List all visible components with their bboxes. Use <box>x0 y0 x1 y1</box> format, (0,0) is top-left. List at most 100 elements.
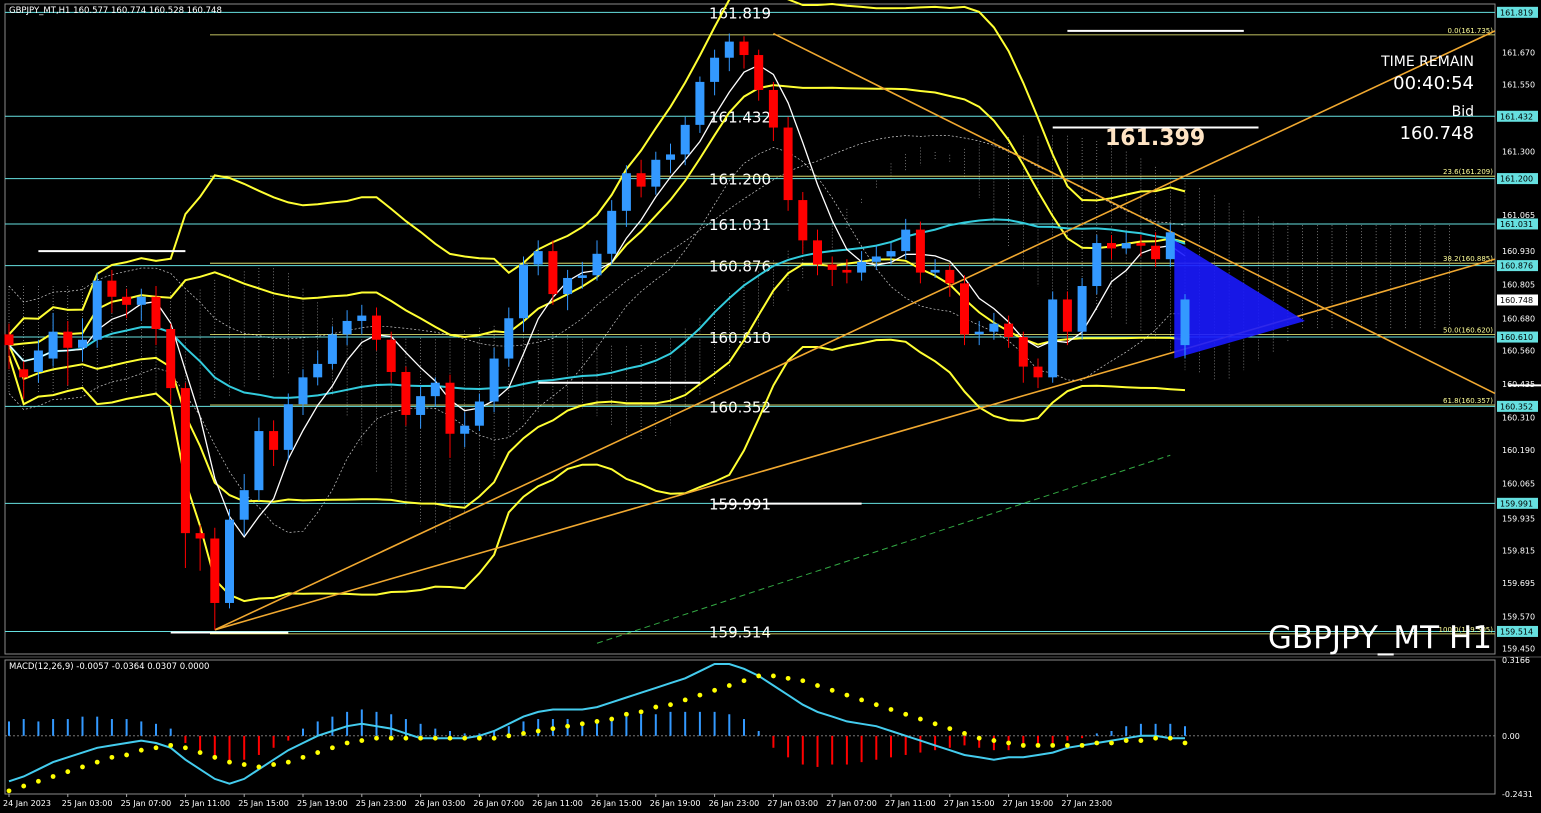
candle-bull <box>989 323 999 332</box>
macd-signal-dot <box>903 711 909 717</box>
macd-signal-dot <box>300 754 306 760</box>
time-remain-label: TIME REMAIN <box>1380 54 1474 70</box>
candle-bear <box>1018 337 1028 367</box>
macd-signal-dot <box>594 719 600 724</box>
candle-bull <box>886 251 896 257</box>
candle-bear <box>827 264 837 270</box>
macd-signal-dot <box>168 742 174 748</box>
trading-chart[interactable]: 161.819 161.432 161.200 161.031 160.876 160.6… <box>0 0 1541 813</box>
macd-signal-dot <box>712 687 717 693</box>
time-tick-label: 25 Jan 07:00 <box>121 799 172 808</box>
candle-bear <box>445 382 455 434</box>
candle-bear <box>372 315 381 340</box>
price-tag-text: 159.991 <box>1500 499 1533 508</box>
time-tick-label: 27 Jan 23:00 <box>1061 799 1112 808</box>
macd-signal-dot <box>624 711 629 717</box>
price-tick-label: 159.450 <box>1502 645 1535 654</box>
macd-signal-dot <box>418 735 423 741</box>
candle-bull <box>416 396 426 415</box>
macd-tick-label: 0.3166 <box>1502 656 1530 665</box>
macd-signal-dot <box>859 697 864 703</box>
time-tick-label: 24 Jan 2023 <box>3 799 51 808</box>
candle-bull <box>327 334 337 364</box>
candle-bull <box>33 350 43 372</box>
time-tick-label: 27 Jan 11:00 <box>885 799 936 808</box>
macd-signal-dot <box>1020 742 1026 748</box>
macd-signal-dot <box>506 733 512 739</box>
candle-bull <box>724 41 734 58</box>
price-tag-text: 160.352 <box>1500 402 1533 411</box>
macd-signal-dot <box>947 726 953 732</box>
candle-bear <box>1151 245 1161 260</box>
macd-signal-dot <box>844 692 850 698</box>
macd-signal-dot <box>1167 735 1173 741</box>
candle-bear <box>107 280 117 297</box>
time-tick-label: 25 Jan 19:00 <box>297 799 348 808</box>
candle-bull <box>680 124 690 155</box>
macd-signal-dot <box>330 745 335 751</box>
price-tick-label: 160.930 <box>1502 247 1535 256</box>
candle-bear <box>1062 299 1072 332</box>
candle-bull <box>92 280 102 340</box>
price-tick-label: 160.680 <box>1502 314 1535 323</box>
macd-signal-dot <box>477 735 482 741</box>
candle-bear <box>4 334 14 346</box>
macd-signal-dot <box>1050 742 1056 748</box>
chart-header: GBPJPY_MT,H1 160.577 160.774 160.528 160… <box>9 6 222 16</box>
candle-bear <box>739 41 749 56</box>
macd-signal-dot <box>991 738 997 743</box>
candle-bear <box>915 229 925 273</box>
macd-signal-dot <box>403 735 409 741</box>
candle-bear <box>401 371 411 415</box>
candle-bull <box>1121 243 1131 249</box>
macd-signal-dot <box>256 764 262 770</box>
candle-bull <box>901 229 911 252</box>
level-label: 159.514 <box>709 623 771 641</box>
candle-bear <box>548 251 558 295</box>
candle-bull <box>695 81 705 125</box>
macd-tick-label: -0.2431 <box>1502 790 1533 799</box>
candle-bull <box>504 318 514 359</box>
price-tick-label: 159.935 <box>1502 514 1535 523</box>
macd-signal-dot <box>741 678 747 684</box>
macd-signal-dot <box>682 697 688 703</box>
candle-bear <box>636 173 646 187</box>
price-tick-label: 160.435 <box>1502 380 1535 389</box>
candle-bull <box>357 315 367 321</box>
candle-bear <box>151 296 161 329</box>
candle-bull <box>857 261 867 273</box>
macd-signal-dot <box>65 769 71 775</box>
macd-signal-dot <box>1138 738 1144 743</box>
macd-signal-dot <box>50 774 56 779</box>
macd-signal-dot <box>1109 740 1114 746</box>
candle-bear <box>63 331 73 348</box>
macd-signal-dot <box>153 745 159 751</box>
macd-signal-dot <box>241 762 247 767</box>
candle-bull <box>930 269 940 273</box>
macd-signal-dot <box>668 702 673 708</box>
time-tick-label: 26 Jan 15:00 <box>591 799 642 808</box>
macd-signal-dot <box>653 704 659 710</box>
macd-signal-dot <box>1123 738 1129 743</box>
macd-signal-dot <box>638 709 644 715</box>
macd-signal-dot <box>1035 742 1041 748</box>
candle-bull <box>563 277 573 295</box>
candle-bull <box>577 275 587 278</box>
price-tick-label: 161.300 <box>1502 148 1535 157</box>
macd-signal-dot <box>1182 740 1188 746</box>
candle-bull <box>430 382 440 397</box>
candle-bear <box>1136 243 1146 246</box>
macd-signal-dot <box>1006 740 1011 746</box>
macd-signal-dot <box>521 731 526 736</box>
macd-signal-dot <box>976 735 982 741</box>
candle-bear <box>960 283 969 335</box>
time-tick-label: 27 Jan 15:00 <box>944 799 995 808</box>
fib-label: 23.6(161.209) <box>1443 168 1493 176</box>
candle-bear <box>210 538 220 603</box>
price-tag-text: 160.876 <box>1500 262 1533 271</box>
candle-bear <box>386 339 396 372</box>
bid-value: 160.748 <box>1400 123 1474 144</box>
fib-label: 0.0(161.735) <box>1447 27 1493 35</box>
candle-bull <box>710 57 720 82</box>
time-tick-label: 27 Jan 07:00 <box>826 799 877 808</box>
